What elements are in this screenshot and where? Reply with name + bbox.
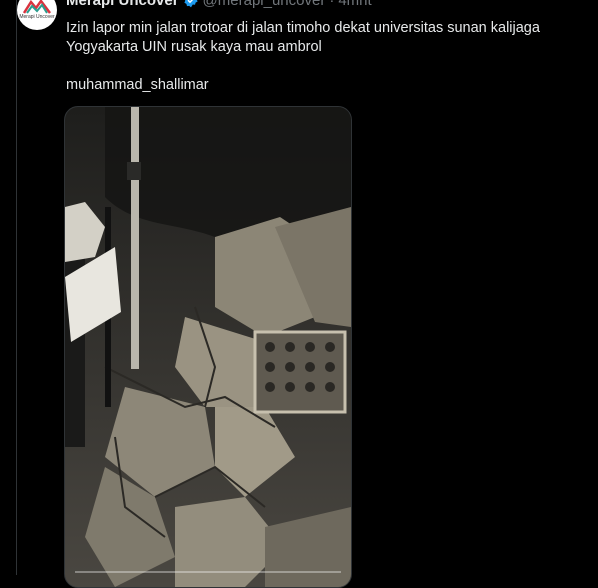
logo-icon bbox=[23, 0, 51, 14]
author-name[interactable]: Merapi Uncover bbox=[66, 0, 179, 9]
tweet-text-line: Yogyakarta UIN rusak kaya mau ambrol bbox=[66, 39, 322, 55]
tweet-text: Izin lapor min jalan trotoar di jalan ti… bbox=[66, 19, 576, 95]
post-time[interactable]: 4mnt bbox=[338, 0, 371, 9]
author-handle[interactable]: @merapi_uncover bbox=[203, 0, 326, 9]
tweet-text-line: Izin lapor min jalan trotoar di jalan ti… bbox=[66, 20, 540, 36]
tweet-header: Merapi Uncover @merapi_uncover · 4mnt bbox=[66, 0, 372, 9]
avatar[interactable]: Merapi Uncover bbox=[17, 0, 57, 30]
more-icon[interactable] bbox=[539, 0, 557, 8]
video-progress-bar[interactable] bbox=[75, 571, 341, 573]
video-frame bbox=[65, 107, 351, 587]
verified-badge-icon bbox=[183, 0, 198, 8]
avatar-label: Merapi Uncover bbox=[19, 14, 55, 20]
video-player[interactable] bbox=[64, 106, 352, 588]
tweet[interactable]: Merapi Uncover Merapi Uncover @merapi_un… bbox=[0, 0, 581, 588]
separator-dot: · bbox=[329, 0, 335, 9]
tweet-credit: muhammad_shallimar bbox=[66, 77, 209, 93]
